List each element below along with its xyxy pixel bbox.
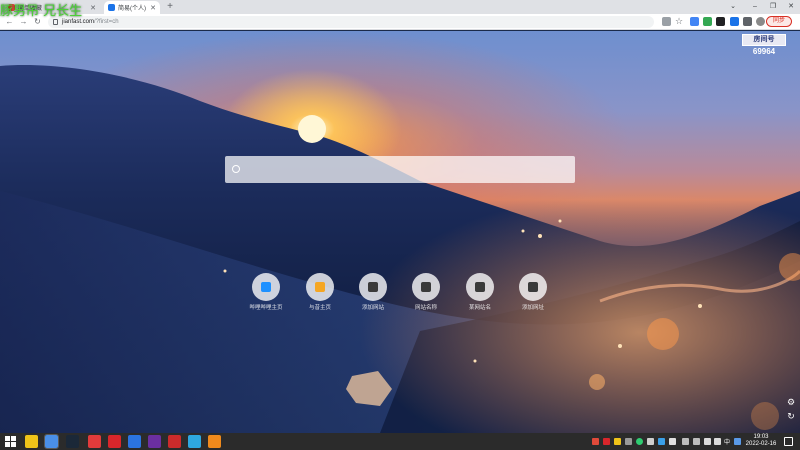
network-icon[interactable] [704, 438, 711, 445]
chevron-up-icon[interactable] [693, 438, 700, 445]
ime-indicator[interactable]: 中 [724, 437, 730, 446]
overlay-caption: 豚男吊 兄长生 [0, 4, 83, 19]
shortcut-label: 哔哩哔哩主页 [249, 305, 283, 311]
taskbar-app-obs-icon[interactable] [168, 435, 181, 448]
shortcut-tile[interactable]: 与昔主页 [295, 273, 345, 311]
search-input[interactable] [245, 161, 565, 178]
close-icon[interactable]: ✕ [90, 4, 96, 12]
tab-1[interactable]: 简易(个人) ✕ [104, 1, 160, 14]
shortcut-circle[interactable] [412, 273, 440, 301]
microphone-icon[interactable] [682, 438, 689, 445]
shortcut-tile[interactable]: 添加网址 [508, 273, 558, 311]
extension-icon[interactable] [703, 17, 712, 26]
shortcut-tile[interactable]: 哔哩哔哩主页 [241, 273, 291, 311]
taskbar-app-lightblue-app-icon[interactable] [188, 435, 201, 448]
browser-toolbar: ← → ↻ jianfast.com/?first=ch ☆ 同步 [0, 14, 800, 30]
gear-icon[interactable]: ⚙ [786, 397, 796, 407]
clock-time[interactable]: 19:03 [748, 434, 774, 440]
bilibili-icon [261, 282, 271, 292]
shortcut-label: 添加网站 [361, 305, 384, 311]
profile-sync-button[interactable]: 同步 [766, 16, 792, 27]
chevron-down-icon[interactable]: ⌄ [726, 1, 740, 13]
room-number: 69964 [752, 47, 776, 56]
search-box [225, 156, 575, 183]
tray-app-icon[interactable] [636, 438, 643, 445]
taskbar-app-purple-app-icon[interactable] [148, 435, 161, 448]
address-bar[interactable]: jianfast.com/?first=ch [48, 16, 654, 28]
minimize-button[interactable]: – [748, 1, 762, 13]
shortcut-label: 与昔主页 [308, 305, 331, 311]
tab-title: 简易(个人) [118, 6, 146, 12]
windows-taskbar: 中 19:03 2022-02-16 [0, 433, 800, 450]
new-tab-button[interactable]: + [164, 1, 176, 13]
close-icon[interactable]: ✕ [150, 4, 156, 12]
tray-app-icon[interactable] [603, 438, 610, 445]
taskbar-app-red-app-icon[interactable] [88, 435, 101, 448]
shortcut-circle[interactable] [359, 273, 387, 301]
link-icon [421, 282, 431, 292]
extension-icon[interactable] [716, 17, 725, 26]
tray-app-icon[interactable] [658, 438, 665, 445]
tray-app-icon[interactable] [625, 438, 632, 445]
shortcut-circle[interactable] [306, 273, 334, 301]
link-icon [475, 282, 485, 292]
orange-circle-icon [315, 282, 325, 292]
taskbar-app-file-explorer-icon[interactable] [25, 435, 38, 448]
puzzle-icon[interactable] [743, 17, 752, 26]
tray-app-icon[interactable] [647, 438, 654, 445]
url-path: /?first=ch [94, 19, 119, 25]
wallpaper-wave [0, 31, 800, 433]
shortcut-label: 网站名称 [414, 305, 437, 311]
url-host: jianfast.com [62, 19, 95, 25]
avatar[interactable] [756, 17, 765, 26]
tray-app-icon[interactable] [592, 438, 599, 445]
shortcut-label: 添加网址 [521, 305, 544, 311]
shortcut-circle[interactable] [519, 273, 547, 301]
volume-icon[interactable] [714, 438, 721, 445]
room-label-badge: 房间号 [742, 34, 786, 46]
taskbar-app-netease-music-icon[interactable] [108, 435, 121, 448]
extension-icon[interactable] [690, 17, 699, 26]
shortcut-circle[interactable] [466, 273, 494, 301]
link-icon [368, 282, 378, 292]
tray-app-icon[interactable] [614, 438, 621, 445]
tab-favicon [108, 4, 115, 11]
star-icon[interactable]: ☆ [675, 17, 684, 26]
taskbar-app-orange-app-icon[interactable] [208, 435, 221, 448]
shortcut-tile[interactable]: 某网站名 [455, 273, 505, 311]
search-icon[interactable] [232, 165, 240, 173]
notification-icon[interactable] [784, 437, 793, 446]
extension-icon[interactable] [730, 17, 739, 26]
shortcut-circle[interactable] [252, 273, 280, 301]
lock-icon [53, 19, 58, 25]
taskbar-app-blue-app-icon[interactable] [128, 435, 141, 448]
taskbar-app-steam-icon[interactable] [66, 435, 79, 448]
close-window-button[interactable]: ✕ [784, 1, 798, 13]
tab-strip: 简单收藏 ✕ 简易(个人) ✕ + ⌄ – ❐ ✕ [0, 0, 800, 14]
tray-app-icon[interactable] [734, 438, 741, 445]
maximize-button[interactable]: ❐ [766, 1, 780, 13]
shortcut-tile[interactable]: 网站名称 [401, 273, 451, 311]
taskbar-app-chrome-icon[interactable] [44, 434, 59, 449]
refresh-icon[interactable]: ↻ [786, 411, 796, 421]
link-icon [528, 282, 538, 292]
shortcut-tile[interactable]: 添加网站 [348, 273, 398, 311]
windows-start-icon[interactable] [5, 436, 16, 447]
clock-date[interactable]: 2022-02-16 [741, 441, 781, 447]
translate-icon[interactable] [662, 17, 671, 26]
shortcut-label: 某网站名 [468, 305, 491, 311]
new-tab-page: 房间号 69964 哔哩哔哩主页 与昔主页 添加网站 网站名称 某网站名 添加网址 ⚙ ↻ [0, 31, 800, 433]
tray-app-icon[interactable] [669, 438, 676, 445]
